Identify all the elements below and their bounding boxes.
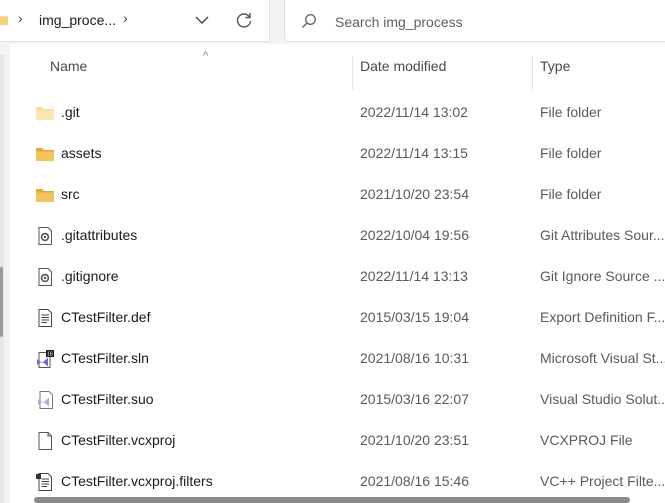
file-date: 2021/08/16 15:46 (360, 473, 469, 489)
search-icon (302, 14, 316, 28)
svg-text:16: 16 (47, 352, 53, 358)
file-name: .gitattributes (61, 227, 138, 243)
file-row[interactable]: .git 2022/11/14 13:02 File folder (10, 92, 665, 133)
folder-icon (36, 107, 54, 120)
column-divider[interactable] (352, 56, 353, 90)
folder-icon (0, 16, 8, 25)
file-row[interactable]: CTestFilter.def 2015/03/15 19:04 Export … (10, 297, 665, 338)
horizontal-scrollbar-thumb[interactable] (34, 497, 630, 503)
address-bar[interactable]: › img_proce... › (0, 0, 270, 42)
column-header-type[interactable]: Type (540, 58, 570, 74)
breadcrumb-separator[interactable]: › (18, 10, 23, 26)
file-name: .gitignore (61, 268, 119, 284)
file-type: File folder (540, 186, 602, 202)
blank-file-icon (38, 432, 52, 450)
column-divider[interactable] (532, 56, 533, 90)
breadcrumb-separator[interactable]: › (123, 10, 128, 26)
file-type: Git Attributes Sour... (540, 227, 665, 243)
file-type: File folder (540, 145, 602, 161)
file-row[interactable]: CTestFilter.vcxproj 2021/10/20 23:51 VCX… (10, 420, 665, 461)
search-box[interactable] (284, 0, 665, 42)
file-date: 2015/03/16 22:07 (360, 391, 469, 407)
file-type: Visual Studio Solut... (540, 391, 665, 407)
sort-indicator-icon: ^ (203, 50, 209, 62)
search-input[interactable] (333, 9, 657, 35)
file-date: 2021/10/20 23:54 (360, 186, 469, 202)
settings-file-icon (38, 268, 52, 286)
file-date: 2022/11/14 13:15 (360, 145, 468, 161)
file-name: .git (61, 104, 80, 120)
file-type: Microsoft Visual St... (540, 350, 665, 366)
file-date: 2021/10/20 23:51 (360, 432, 469, 448)
file-name: CTestFilter.vcxproj (61, 432, 176, 448)
folder-icon (36, 189, 54, 202)
file-date: 2021/08/16 10:31 (360, 350, 469, 366)
file-row[interactable]: assets 2022/11/14 13:15 File folder (10, 133, 665, 174)
file-name: CTestFilter.suo (61, 391, 154, 407)
file-row[interactable]: src 2021/10/20 23:54 File folder (10, 174, 665, 215)
file-row[interactable]: .gitignore 2022/11/14 13:13 Git Ignore S… (10, 256, 665, 297)
file-row[interactable]: CTestFilter.suo 2015/03/16 22:07 Visual … (10, 379, 665, 420)
file-row[interactable]: CTestFilter.vcxproj.filters 2021/08/16 1… (10, 461, 665, 502)
file-date: 2022/11/14 13:02 (360, 104, 468, 120)
text-file-icon (38, 309, 52, 327)
filters-file-icon (36, 473, 52, 491)
top-bar: › img_proce... › (0, 0, 665, 44)
file-type: VCXPROJ File (540, 432, 633, 448)
vs-solution-icon: 16 (37, 350, 54, 368)
file-name: assets (61, 145, 102, 161)
file-date: 2015/03/15 19:04 (360, 309, 469, 325)
refresh-icon[interactable] (234, 10, 254, 30)
column-header-date[interactable]: Date modified (360, 58, 446, 74)
breadcrumb-current-folder[interactable]: img_proce... (39, 12, 116, 28)
file-row[interactable]: .gitattributes 2022/10/04 19:56 Git Attr… (10, 215, 665, 256)
chevron-down-icon[interactable] (194, 12, 210, 28)
file-type: Export Definition F... (540, 309, 665, 325)
file-name: CTestFilter.vcxproj.filters (61, 473, 213, 489)
file-type: Git Ignore Source ... (540, 268, 665, 284)
navigation-scrollbar[interactable] (0, 55, 4, 503)
column-header-name[interactable]: Name (50, 58, 87, 74)
vs-suo-icon (38, 391, 53, 409)
settings-file-icon (38, 227, 52, 245)
file-date: 2022/11/14 13:13 (360, 268, 468, 284)
file-type: VC++ Project Filte... (540, 473, 665, 489)
file-date: 2022/10/04 19:56 (360, 227, 469, 243)
file-name: CTestFilter.def (61, 309, 151, 325)
file-list: .git 2022/11/14 13:02 File folder assets… (10, 92, 665, 502)
file-type: File folder (540, 104, 602, 120)
file-row[interactable]: 16 CTestFilter.sln 2021/08/16 10:31 Micr… (10, 338, 665, 379)
navigation-scrollbar-thumb[interactable] (0, 267, 3, 337)
file-name: CTestFilter.sln (61, 350, 149, 366)
column-headers: ^ Name Date modified Type (10, 44, 665, 98)
file-name: src (61, 186, 80, 202)
folder-icon (36, 148, 54, 161)
